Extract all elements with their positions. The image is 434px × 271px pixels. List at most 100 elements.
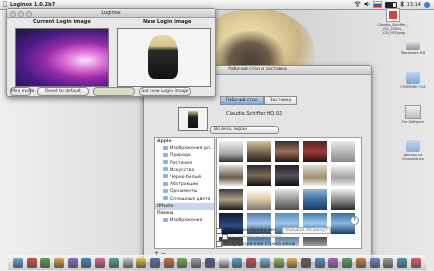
desktop-icon-software[interactable]: For Software — [393, 105, 433, 124]
dock-app-icon[interactable] — [300, 258, 311, 268]
clock[interactable]: 13:14 — [407, 2, 421, 8]
zoom-button[interactable] — [26, 11, 32, 17]
status-field — [93, 87, 135, 96]
wifi-icon[interactable] — [353, 0, 361, 9]
source-item[interactable]: Абстракции — [155, 181, 214, 188]
wallpaper-tile[interactable] — [275, 165, 299, 186]
dock-app-icon[interactable] — [26, 258, 37, 268]
dock-app-icon[interactable] — [136, 258, 147, 268]
dock-app-icon[interactable] — [328, 258, 339, 268]
dock-app-icon[interactable] — [273, 258, 284, 268]
dock-app-icon[interactable] — [369, 258, 380, 268]
image-name: Claudia.Schiffer.HQ.02 — [226, 111, 283, 117]
wallpaper-tile[interactable] — [247, 189, 271, 210]
dock-app-icon[interactable] — [67, 258, 78, 268]
change-image-checkbox[interactable]: Менять изображение: каждые 30 минут — [216, 227, 331, 234]
dock-app-icon[interactable] — [191, 258, 202, 268]
dock-app-icon[interactable] — [177, 258, 188, 268]
desktop-icon-label: доклад по психологии — [402, 153, 424, 161]
source-list[interactable]: Apple Изображения дл... Природа Растения… — [154, 137, 215, 249]
source-item[interactable]: Изображения дл... — [155, 145, 214, 152]
wallpaper-tile[interactable] — [219, 141, 243, 162]
wallpaper-tile[interactable] — [331, 189, 355, 210]
wallpaper-tile[interactable] — [247, 165, 271, 186]
wallpaper-tile[interactable] — [303, 189, 327, 210]
photo-figure — [148, 35, 178, 79]
dock-app-icon[interactable] — [355, 258, 366, 268]
mini-mode-button[interactable]: Mini mode — [10, 87, 34, 96]
window-title: Loginox — [101, 10, 121, 16]
random-order-checkbox[interactable]: В случайном порядке — [222, 234, 281, 240]
source-group[interactable]: Apple — [155, 138, 214, 145]
wallpaper-tile[interactable] — [303, 165, 327, 186]
help-button[interactable]: ? — [350, 216, 359, 225]
dock-app-icon[interactable] — [410, 258, 421, 268]
translucent-menu-checkbox[interactable]: Полупрозрачная строка меню — [216, 241, 295, 247]
tab-desktop[interactable]: Рабочий стол — [220, 96, 264, 105]
source-item[interactable]: Сплошные цвета — [155, 196, 214, 203]
dock-app-icon[interactable] — [108, 258, 119, 268]
wallpaper-tile[interactable] — [247, 141, 271, 162]
wallpaper-tile[interactable] — [275, 189, 299, 210]
dock-app-icon[interactable] — [54, 258, 65, 268]
battery-icon[interactable] — [384, 1, 397, 8]
tab-screensaver[interactable]: Заставка — [263, 96, 298, 105]
dock-app-icon[interactable] — [12, 258, 23, 268]
dock-app-icon[interactable] — [40, 258, 51, 268]
wallpaper-tile[interactable] — [219, 165, 243, 186]
dock-app-icon[interactable] — [314, 258, 325, 268]
dock-app-icon[interactable] — [95, 258, 106, 268]
app-menu[interactable]: Loginox 1.0.2b7 — [10, 2, 55, 8]
source-item[interactable]: Искусство — [155, 167, 214, 174]
dock-app-icon[interactable] — [383, 258, 394, 268]
source-item[interactable]: Черно-белый — [155, 174, 214, 181]
set-new-image-button[interactable]: Set new Login image — [139, 87, 191, 96]
wallpaper-tile[interactable] — [331, 165, 355, 186]
dock-app-icon[interactable] — [218, 258, 229, 268]
wallpaper-tile[interactable] — [219, 189, 243, 210]
wallpaper-tile[interactable] — [303, 141, 327, 162]
desktop-icon-photo[interactable]: Claudia_Schiffer_-_HQ_2000s_-_CSI_PEF.jp… — [373, 8, 413, 35]
source-group[interactable]: Папки — [155, 210, 214, 217]
source-group[interactable]: iPhoto — [155, 202, 214, 210]
apple-menu-icon[interactable]:  — [0, 1, 10, 8]
desktop-icon-compare[interactable]: COMPARE FILE — [393, 72, 433, 89]
dock-app-icon[interactable] — [163, 258, 174, 268]
wallpaper-tile[interactable] — [303, 237, 327, 246]
dock-app-icon[interactable] — [232, 258, 243, 268]
dock-app-icon[interactable] — [287, 258, 298, 268]
dock-app-icon[interactable] — [204, 258, 215, 268]
volume-icon[interactable] — [364, 1, 370, 9]
checkbox[interactable] — [216, 227, 222, 234]
dock-app-icon[interactable] — [150, 258, 161, 268]
minimize-button[interactable] — [18, 11, 24, 17]
source-item[interactable]: Орнаменты — [155, 188, 214, 195]
desktop-icon-doc[interactable]: доклад по психологии — [393, 140, 433, 161]
change-image-label: Менять изображение: — [224, 228, 277, 233]
spotlight-icon[interactable] — [424, 1, 430, 8]
dock-app-icon[interactable] — [81, 258, 92, 268]
wallpaper-tile[interactable] — [275, 141, 299, 162]
current-wallpaper-thumb — [178, 107, 208, 131]
desktop-icon-label: Claudia_Schiffer_-_HQ_2000s_-_CSI_PEF.jp… — [377, 23, 409, 35]
source-item[interactable]: Изображения — [155, 217, 214, 224]
desktop-icon-hd[interactable]: Macintosh HD — [393, 42, 433, 55]
wallpaper-tile[interactable] — [331, 141, 355, 162]
dock-app-icon[interactable] — [246, 258, 257, 268]
source-item[interactable]: Растения — [155, 160, 214, 167]
dock-app-icon[interactable] — [259, 258, 270, 268]
interval-select[interactable]: каждые 30 минут — [282, 227, 331, 234]
close-button[interactable] — [10, 11, 16, 17]
dock-app-icon[interactable] — [342, 258, 353, 268]
random-order-label: В случайном порядке — [230, 234, 282, 240]
source-item[interactable]: Природа — [155, 152, 214, 159]
checkbox[interactable] — [222, 234, 228, 240]
dock-app-icon[interactable] — [122, 258, 133, 268]
flag-icon[interactable] — [372, 1, 382, 8]
reset-default-button[interactable]: Reset to default — [37, 87, 89, 96]
dock-app-icon[interactable] — [396, 258, 407, 268]
fit-select[interactable]: Во весь экран — [210, 126, 279, 134]
current-image-label: Current Login image — [33, 19, 91, 25]
checkbox[interactable] — [216, 241, 222, 247]
new-login-image[interactable] — [117, 28, 211, 87]
